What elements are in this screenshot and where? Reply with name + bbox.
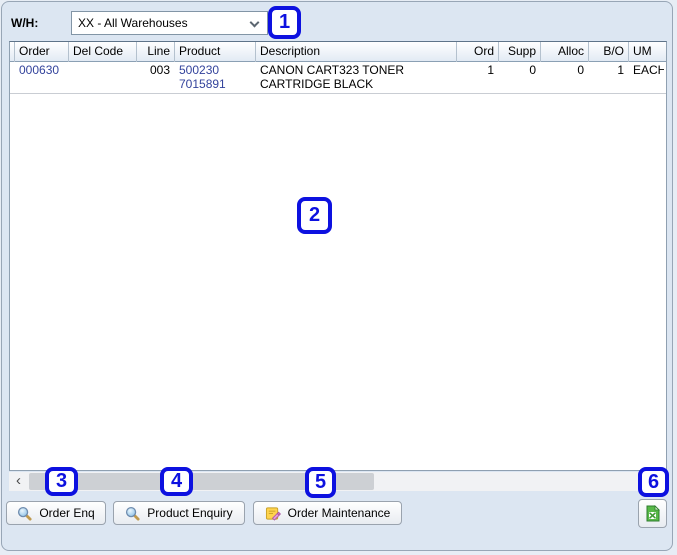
- cell-supp: 0: [499, 63, 541, 91]
- scroll-left-arrow-icon[interactable]: ‹: [9, 472, 28, 491]
- annotation-badge-4: 4: [160, 467, 193, 496]
- excel-export-button[interactable]: [638, 499, 667, 528]
- cell-ord: 1: [457, 63, 499, 91]
- column-header-del_code[interactable]: Del Code: [69, 42, 137, 62]
- annotation-badge-5: 5: [305, 467, 336, 498]
- warehouse-dropdown[interactable]: XX - All Warehouses: [71, 11, 268, 35]
- cell-order: 000630: [15, 63, 69, 91]
- edit-note-icon: [265, 506, 281, 521]
- column-header-um[interactable]: UM: [629, 42, 664, 62]
- order-maintenance-button[interactable]: Order Maintenance: [253, 501, 402, 525]
- order-enq-button-label: Order Enq: [39, 506, 94, 520]
- product-enquiry-button[interactable]: Product Enquiry: [113, 501, 245, 525]
- warehouse-label: W/H:: [11, 16, 38, 30]
- table-header-row: OrderDel CodeLineProductDescriptionOrdSu…: [10, 42, 666, 62]
- orders-table: OrderDel CodeLineProductDescriptionOrdSu…: [9, 41, 667, 471]
- annotation-badge-6: 6: [638, 467, 669, 497]
- order-enq-button[interactable]: Order Enq: [6, 501, 106, 525]
- cell-um: EACH: [629, 63, 664, 91]
- product-enquiry-button-label: Product Enquiry: [147, 506, 232, 520]
- cell-description: CANON CART323 TONERCARTRIDGE BLACK: [256, 63, 457, 91]
- column-header-line[interactable]: Line: [137, 42, 175, 62]
- excel-export-icon: [644, 505, 661, 522]
- cell-del_code: [69, 63, 137, 91]
- magnifier-icon: [125, 506, 140, 521]
- warehouse-orders-panel: W/H: XX - All Warehouses OrderDel CodeLi…: [1, 1, 673, 551]
- magnifier-icon: [17, 506, 32, 521]
- table-row[interactable]: 000630 0035002307015891CANON CART323 TONE…: [10, 62, 666, 94]
- column-header-ord[interactable]: Ord: [457, 42, 499, 62]
- column-header-supp[interactable]: Supp: [499, 42, 541, 62]
- warehouse-dropdown-value: XX - All Warehouses: [78, 16, 188, 30]
- column-header-bo[interactable]: B/O: [589, 42, 629, 62]
- cell-product: 5002307015891: [175, 63, 256, 91]
- cell-alloc: 0: [541, 63, 589, 91]
- annotation-badge-2: 2: [297, 197, 332, 234]
- table-body: 000630 0035002307015891CANON CART323 TONE…: [10, 62, 666, 94]
- column-header-product[interactable]: Product: [175, 42, 256, 62]
- order-maintenance-button-label: Order Maintenance: [288, 506, 391, 520]
- column-header-description[interactable]: Description: [256, 42, 457, 62]
- screen: { "warehouse_bar": { "label": "W/H:", "d…: [0, 0, 677, 555]
- column-header-alloc[interactable]: Alloc: [541, 42, 589, 62]
- cell-bo: 1: [589, 63, 629, 91]
- annotation-badge-3: 3: [45, 467, 78, 496]
- annotation-badge-1: 1: [268, 6, 301, 39]
- chevron-down-icon: [250, 18, 260, 28]
- horizontal-scrollbar[interactable]: ‹: [9, 472, 667, 491]
- column-header-order[interactable]: Order: [15, 42, 69, 62]
- cell-line: 003: [137, 63, 175, 91]
